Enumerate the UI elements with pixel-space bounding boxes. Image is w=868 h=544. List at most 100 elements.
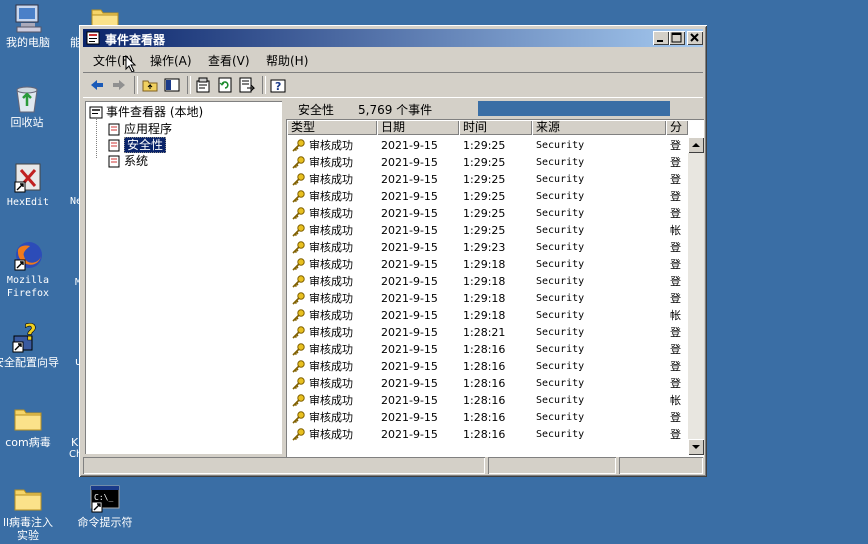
cell-date: 2021-9-15 bbox=[381, 377, 438, 390]
cell-category: 帐 bbox=[670, 394, 681, 407]
tree-item-security[interactable]: 安全性 bbox=[107, 136, 167, 153]
export-icon bbox=[239, 77, 256, 93]
desktop-icon-label-partial: K bbox=[71, 436, 79, 449]
show-hide-tree-button[interactable] bbox=[163, 76, 181, 94]
firefox-icon bbox=[12, 240, 44, 272]
help-button[interactable]: ? bbox=[269, 76, 287, 94]
event-row[interactable]: 审核成功 2021-9-15 1:29:25 Security 登 bbox=[286, 171, 688, 188]
toolbar-separator bbox=[262, 76, 266, 94]
event-row[interactable]: 审核成功 2021-9-15 1:28:16 Security 登 bbox=[286, 426, 688, 443]
svg-text:?: ? bbox=[24, 322, 37, 346]
desktop-icon-dll-injection[interactable]: ll病毒注入 实验 bbox=[0, 482, 63, 542]
menu-action[interactable]: 操作(A) bbox=[150, 52, 192, 69]
event-row[interactable]: 审核成功 2021-9-15 1:28:16 Security 登 bbox=[286, 409, 688, 426]
column-header-date[interactable]: 日期 bbox=[377, 120, 459, 135]
event-row[interactable]: 审核成功 2021-9-15 1:29:18 Security 帐 bbox=[286, 307, 688, 324]
event-row[interactable]: 审核成功 2021-9-15 1:29:25 Security 登 bbox=[286, 154, 688, 171]
cell-category: 帐 bbox=[670, 309, 681, 322]
column-header-time[interactable]: 时间 bbox=[459, 120, 532, 135]
event-row[interactable]: 审核成功 2021-9-15 1:29:25 Security 帐 bbox=[286, 222, 688, 239]
desktop-icon-firefox[interactable]: Mozilla Firefox bbox=[0, 240, 63, 300]
cell-date: 2021-9-15 bbox=[381, 156, 438, 169]
minimize-icon bbox=[657, 40, 663, 42]
event-row[interactable]: 审核成功 2021-9-15 1:29:25 Security 登 bbox=[286, 137, 688, 154]
cell-time: 1:29:18 bbox=[463, 292, 506, 305]
cell-type: 审核成功 bbox=[309, 190, 353, 203]
event-row[interactable]: 审核成功 2021-9-15 1:29:18 Security 登 bbox=[286, 273, 688, 290]
back-arrow-icon bbox=[91, 80, 103, 90]
column-header-category[interactable]: 分 bbox=[666, 120, 688, 135]
desktop-icon-hexedit[interactable]: HexEdit bbox=[0, 162, 63, 209]
cell-source: Security bbox=[536, 310, 585, 321]
cell-date: 2021-9-15 bbox=[381, 173, 438, 186]
cell-type: 审核成功 bbox=[309, 173, 353, 186]
event-row[interactable]: 审核成功 2021-9-15 1:29:23 Security 登 bbox=[286, 239, 688, 256]
refresh-button[interactable] bbox=[216, 76, 234, 94]
close-button[interactable] bbox=[687, 31, 703, 45]
vertical-scrollbar[interactable] bbox=[688, 137, 704, 455]
audit-success-key-icon bbox=[292, 224, 305, 237]
desktop-icon-security-wizard[interactable]: ? 安全配置向导 bbox=[0, 321, 66, 369]
toolbar-separator bbox=[134, 76, 138, 94]
cell-time: 1:28:16 bbox=[463, 343, 506, 356]
tree-item-application[interactable]: 应用程序 bbox=[107, 120, 172, 137]
menu-help[interactable]: 帮助(H) bbox=[266, 52, 308, 69]
event-row[interactable]: 审核成功 2021-9-15 1:29:25 Security 登 bbox=[286, 188, 688, 205]
log-icon bbox=[107, 139, 121, 152]
event-row[interactable]: 审核成功 2021-9-15 1:28:16 Security 登 bbox=[286, 341, 688, 358]
cell-type: 审核成功 bbox=[309, 224, 353, 237]
event-row[interactable]: 审核成功 2021-9-15 1:29:18 Security 登 bbox=[286, 290, 688, 307]
cell-date: 2021-9-15 bbox=[381, 343, 438, 356]
audit-success-key-icon bbox=[292, 275, 305, 288]
event-row[interactable]: 审核成功 2021-9-15 1:28:21 Security 登 bbox=[286, 324, 688, 341]
event-row[interactable]: 审核成功 2021-9-15 1:28:16 Security 帐 bbox=[286, 392, 688, 409]
help-icon: ? bbox=[270, 79, 286, 93]
minimize-button[interactable] bbox=[653, 31, 669, 45]
title-bar[interactable]: 事件查看器 bbox=[83, 29, 703, 47]
toolbar-separator bbox=[187, 76, 191, 94]
desktop-icon-command-prompt[interactable]: C:\_ 命令提示符 bbox=[70, 482, 140, 529]
cell-category: 登 bbox=[670, 326, 681, 339]
desktop-icon-label: com病毒 bbox=[5, 436, 51, 449]
event-count: 5,769 个事件 bbox=[358, 103, 433, 117]
folder-icon bbox=[12, 402, 44, 434]
desktop-icon-com-virus[interactable]: com病毒 bbox=[0, 402, 63, 449]
cell-type: 审核成功 bbox=[309, 241, 353, 254]
event-row[interactable]: 审核成功 2021-9-15 1:28:16 Security 登 bbox=[286, 358, 688, 375]
audit-success-key-icon bbox=[292, 207, 305, 220]
event-row[interactable]: 审核成功 2021-9-15 1:29:25 Security 登 bbox=[286, 205, 688, 222]
cell-time: 1:29:23 bbox=[463, 241, 506, 254]
scroll-down-button[interactable] bbox=[688, 439, 704, 455]
export-list-button[interactable] bbox=[238, 76, 256, 94]
menu-view[interactable]: 查看(V) bbox=[208, 52, 250, 69]
cell-source: Security bbox=[536, 395, 585, 406]
event-row[interactable]: 审核成功 2021-9-15 1:28:16 Security 登 bbox=[286, 375, 688, 392]
audit-success-key-icon bbox=[292, 394, 305, 407]
cell-source: Security bbox=[536, 208, 585, 219]
forward-button[interactable] bbox=[110, 76, 128, 94]
properties-button[interactable] bbox=[194, 76, 212, 94]
scroll-up-button[interactable] bbox=[688, 137, 704, 153]
cell-category: 登 bbox=[670, 428, 681, 441]
event-row[interactable]: 审核成功 2021-9-15 1:29:18 Security 登 bbox=[286, 256, 688, 273]
up-one-level-button[interactable] bbox=[141, 76, 159, 94]
maximize-button[interactable] bbox=[669, 31, 685, 45]
column-header-type[interactable]: 类型 bbox=[287, 120, 377, 135]
back-button[interactable] bbox=[88, 76, 106, 94]
cell-time: 1:28:16 bbox=[463, 360, 506, 373]
desktop-icon-my-computer[interactable]: 我的电脑 bbox=[0, 2, 63, 49]
desktop-icon-recycle-bin[interactable]: 回收站 bbox=[0, 82, 62, 129]
log-icon bbox=[107, 155, 121, 168]
tree-root[interactable]: 事件查看器 (本地) bbox=[89, 103, 203, 120]
audit-success-key-icon bbox=[292, 258, 305, 271]
audit-success-key-icon bbox=[292, 343, 305, 356]
desktop-icon-label-line2: 实验 bbox=[17, 529, 39, 542]
cell-type: 审核成功 bbox=[309, 343, 353, 356]
column-header-source[interactable]: 来源 bbox=[532, 120, 666, 135]
maximize-icon bbox=[671, 32, 682, 43]
events-list[interactable]: 类型 日期 时间 来源 分 审核成功 2021-9-15 1:29:25 Securi… bbox=[286, 119, 704, 457]
cell-category: 登 bbox=[670, 275, 681, 288]
cell-type: 审核成功 bbox=[309, 360, 353, 373]
tree-item-system[interactable]: 系统 bbox=[107, 152, 148, 169]
desktop-icon-label: 回收站 bbox=[10, 116, 44, 129]
